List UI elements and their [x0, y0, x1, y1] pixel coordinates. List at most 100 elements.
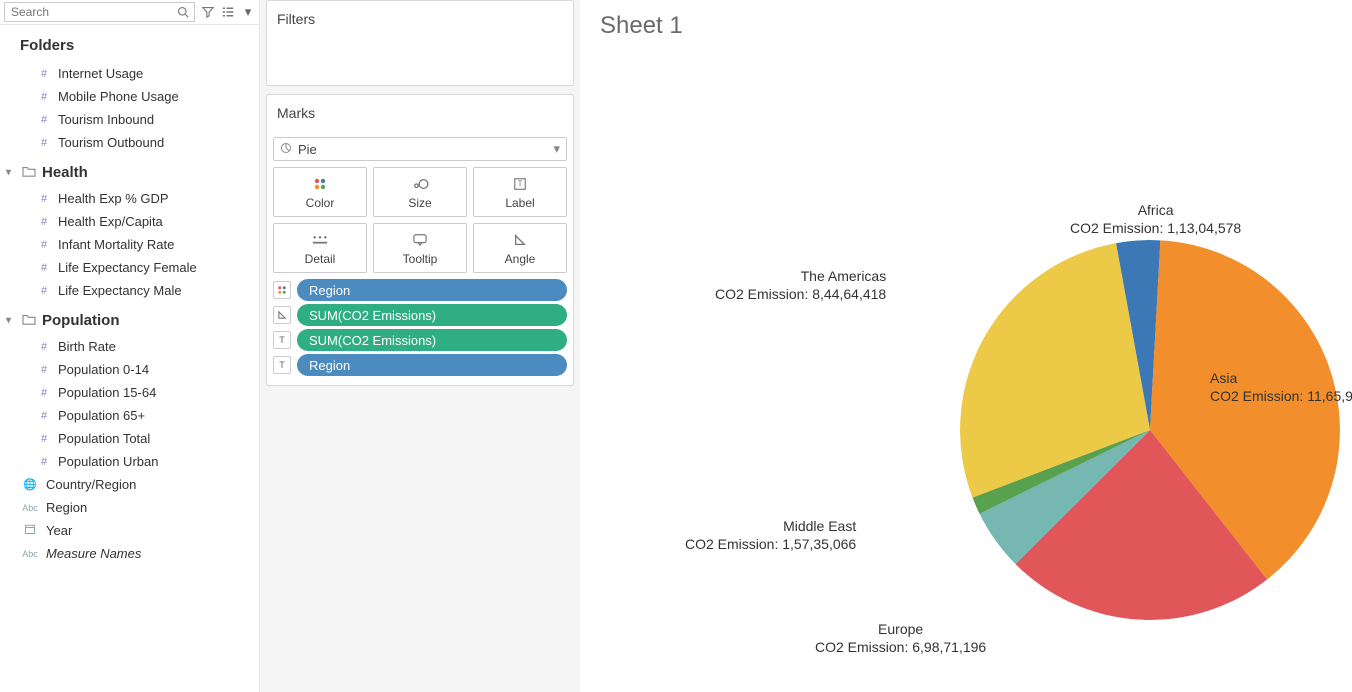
folder-population[interactable]: ▾ Population: [0, 302, 259, 335]
number-icon: #: [38, 193, 50, 205]
marks-size-button[interactable]: Size: [373, 167, 467, 217]
field-life-exp-female[interactable]: #Life Expectancy Female: [0, 256, 259, 279]
field-pop-15-64[interactable]: # Population 15-64: [0, 381, 259, 404]
view-list-icon[interactable]: [221, 5, 235, 19]
number-icon: #: [38, 433, 50, 445]
number-icon: #: [38, 387, 50, 399]
pill-region-color[interactable]: Region: [297, 279, 567, 301]
field-region[interactable]: Abc Region: [0, 496, 259, 519]
data-pane: ▾ Folders #Internet Usage #Mobile Phone …: [0, 0, 260, 692]
field-label: Life Expectancy Male: [58, 283, 182, 298]
filters-shelf[interactable]: Filters: [266, 0, 574, 86]
abc-icon: Abc: [22, 549, 38, 559]
marks-angle-button[interactable]: Angle: [473, 223, 567, 273]
pill-co2-angle[interactable]: SUM(CO2 Emissions): [297, 304, 567, 326]
chevron-down-icon: ▾: [6, 315, 16, 326]
shelves-pane: Filters Marks Pie ▾ Color Size: [260, 0, 580, 692]
data-fields-list[interactable]: Folders #Internet Usage #Mobile Phone Us…: [0, 25, 259, 692]
search-icon[interactable]: [176, 5, 190, 19]
marks-detail-button[interactable]: Detail: [273, 223, 367, 273]
label-line2: CO2 Emission: 6,98,71,196: [815, 639, 986, 657]
field-label: Population 15-64: [58, 385, 156, 400]
field-health-exp-capita[interactable]: #Health Exp/Capita: [0, 210, 259, 233]
field-label: Birth Rate: [58, 339, 116, 354]
label-line1: Middle East: [685, 518, 856, 536]
pie-label-middleeast: Middle East CO2 Emission: 1,57,35,066: [685, 518, 856, 553]
angle-slot-icon[interactable]: [273, 306, 291, 324]
pill-row-label-co2: T SUM(CO2 Emissions): [273, 329, 567, 351]
pill-label: Region: [309, 358, 350, 373]
label-slot-icon[interactable]: T: [273, 356, 291, 374]
field-tourism-outbound[interactable]: #Tourism Outbound: [0, 131, 259, 154]
mark-type-label: Pie: [298, 142, 317, 157]
label-line1: Asia: [1210, 370, 1352, 388]
field-pop-65-plus[interactable]: #Population 65+: [0, 404, 259, 427]
number-icon: #: [38, 239, 50, 251]
label-line1: The Americas: [715, 268, 886, 286]
pie-chart[interactable]: [960, 240, 1340, 620]
pie-label-asia: Asia CO2 Emission: 11,65,98,578: [1210, 370, 1352, 405]
marks-tooltip-button[interactable]: Tooltip: [373, 223, 467, 273]
number-icon: #: [38, 216, 50, 228]
detail-icon: [312, 231, 328, 249]
number-icon: #: [38, 114, 50, 126]
label-line2: CO2 Emission: 8,44,64,418: [715, 286, 886, 304]
pill-region-label[interactable]: Region: [297, 354, 567, 376]
color-slot-icon[interactable]: [273, 281, 291, 299]
field-mobile-phone-usage[interactable]: #Mobile Phone Usage: [0, 85, 259, 108]
label-slot-icon[interactable]: T: [273, 331, 291, 349]
field-pop-total[interactable]: #Population Total: [0, 427, 259, 450]
label-line2: CO2 Emission: 11,65,98,578: [1210, 388, 1352, 406]
field-label: Measure Names: [46, 546, 141, 561]
field-pop-urban[interactable]: #Population Urban: [0, 450, 259, 473]
number-icon: #: [38, 364, 50, 376]
folder-health[interactable]: ▾ Health: [0, 154, 259, 187]
folders-header: Folders: [0, 29, 259, 62]
field-tourism-inbound[interactable]: #Tourism Inbound: [0, 108, 259, 131]
dropdown-menu-icon[interactable]: ▾: [241, 5, 255, 19]
field-pop-0-14[interactable]: #Population 0-14: [0, 358, 259, 381]
field-health-exp-gdp[interactable]: # Health Exp % GDP: [0, 187, 259, 210]
field-infant-mortality[interactable]: #Infant Mortality Rate: [0, 233, 259, 256]
label-line1: Europe: [815, 621, 986, 639]
field-country-region[interactable]: 🌐 Country/Region: [0, 473, 259, 496]
label-line2: CO2 Emission: 1,13,04,578: [1070, 220, 1241, 238]
marks-color-button[interactable]: Color: [273, 167, 367, 217]
label-line1: Africa: [1070, 202, 1241, 220]
field-year[interactable]: Year: [0, 519, 259, 542]
pill-co2-label[interactable]: SUM(CO2 Emissions): [297, 329, 567, 351]
filter-icon[interactable]: [201, 5, 215, 19]
folder-label: Population: [42, 312, 120, 329]
field-label: Region: [46, 500, 87, 515]
field-measure-names[interactable]: Abc Measure Names: [0, 542, 259, 565]
field-label: Country/Region: [46, 477, 136, 492]
globe-icon: 🌐: [22, 478, 38, 491]
field-internet-usage[interactable]: #Internet Usage: [0, 62, 259, 85]
search-box[interactable]: [4, 2, 195, 22]
field-label: Life Expectancy Female: [58, 260, 197, 275]
number-icon: #: [38, 410, 50, 422]
marks-label: Marks: [267, 95, 573, 131]
marks-tooltip-label: Tooltip: [403, 252, 438, 266]
pie-label-americas: The Americas CO2 Emission: 8,44,64,418: [715, 268, 886, 303]
pill-label: Region: [309, 283, 350, 298]
pie-icon: [280, 142, 292, 157]
chevron-down-icon: ▾: [6, 167, 16, 178]
folder-icon: [22, 164, 36, 181]
search-input[interactable]: [9, 4, 176, 20]
sheet-title[interactable]: Sheet 1: [600, 12, 1332, 40]
marks-color-label: Color: [306, 196, 335, 210]
search-row: ▾: [0, 0, 259, 25]
field-label: Population Urban: [58, 454, 158, 469]
pill-row-color-region: Region: [273, 279, 567, 301]
number-icon: #: [38, 285, 50, 297]
mark-type-select[interactable]: Pie ▾: [273, 137, 567, 161]
label-line2: CO2 Emission: 1,57,35,066: [685, 536, 856, 554]
marks-label-button[interactable]: T Label: [473, 167, 567, 217]
field-life-exp-male[interactable]: # Life Expectancy Male: [0, 279, 259, 302]
field-birth-rate[interactable]: #Birth Rate: [0, 335, 259, 358]
pill-row-angle-co2: SUM(CO2 Emissions): [273, 304, 567, 326]
field-label: Tourism Outbound: [58, 135, 164, 150]
abc-icon: Abc: [22, 503, 38, 513]
field-label: Health Exp % GDP: [58, 191, 169, 206]
